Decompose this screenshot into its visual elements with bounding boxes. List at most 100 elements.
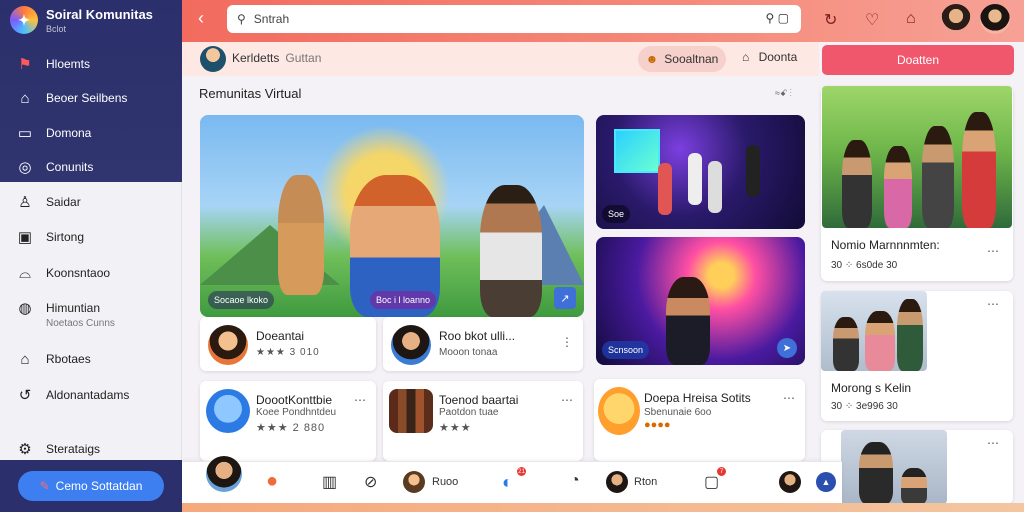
more-vertical-icon[interactable]: ⋮: [561, 335, 573, 349]
sidebar-item-himuntian[interactable]: ◍ Himuntian: [14, 298, 100, 318]
search-icon: ⚲: [237, 12, 246, 26]
gift-icon[interactable]: ▢: [704, 472, 719, 492]
mini-avatar[interactable]: [403, 471, 425, 493]
notification-badge: 7: [717, 467, 726, 476]
shield-icon[interactable]: ▲: [816, 472, 836, 492]
more-horizontal-icon[interactable]: ⋯: [987, 244, 999, 258]
sidebar-item-rbotaes[interactable]: ⌂ Rbotaes: [14, 349, 90, 369]
notification-bell-icon[interactable]: ⌂: [906, 10, 916, 28]
mini-avatar[interactable]: [779, 471, 801, 493]
community-card[interactable]: Doepa Hreisa Sotits Sbenunaie 6oo ●●●● ⋯: [594, 379, 805, 461]
mini-avatar[interactable]: [606, 471, 628, 493]
brand[interactable]: ✦ Soiral Komunitas Bclot: [10, 6, 153, 34]
bottom-gradient: [182, 503, 1024, 512]
character-person: [480, 185, 542, 317]
social-pill-button[interactable]: ☻ Sooaltnan: [638, 46, 726, 72]
fire-icon[interactable]: ●: [266, 470, 278, 493]
party-person: [666, 277, 710, 365]
chat-icon: ⌓: [19, 264, 31, 282]
sidebar-item-himuntian-sub: Noetaos Cunns: [46, 318, 115, 329]
grid-icon: ▭: [17, 125, 33, 142]
home-icon: ⌂: [20, 89, 30, 107]
top-header: ‹ ⚲ Sntrah ⚲ ▢ ↻ ♡ ⌂: [182, 0, 1024, 42]
hero-caption: Socaoe lkoko: [208, 291, 275, 309]
sidebar-item-conunits[interactable]: ◎ Conunits: [14, 157, 93, 177]
rocket-icon: ✎: [39, 479, 50, 493]
more-horizontal-icon[interactable]: ⋯: [783, 391, 795, 405]
people-photo: [841, 430, 947, 504]
bottom-toolbar: ● ▥ ⊘ Ruoo ◐ 21 ◔ Rton ▢ 7 ▲: [182, 456, 842, 503]
profile-sub: Guttan: [285, 51, 322, 65]
search-input[interactable]: ⚲ Sntrah ⚲ ▢: [227, 5, 801, 33]
refresh-icon[interactable]: ↻: [824, 10, 837, 30]
community-card[interactable]: DoootKonttbie Koee Pondhntdeu ★★★ 2 880 …: [200, 381, 376, 461]
sidebar-item-domona[interactable]: ▭ Domona: [14, 123, 91, 143]
hero-tag: Boc i l loanno: [370, 291, 437, 309]
flag-icon: ⚑: [18, 56, 32, 73]
compass-icon: ◎: [18, 159, 32, 176]
profile-avatar[interactable]: [200, 46, 226, 72]
sidebar-item-sirtong[interactable]: ▣ Sirtong: [14, 227, 84, 247]
feature-card[interactable]: ⋯ Morong s Kelin 30 ⁘ 3e996 30: [821, 291, 1013, 421]
bottom-label-1: Ruoo: [432, 476, 459, 488]
cta-button[interactable]: Doatten: [822, 45, 1014, 75]
avatar: [389, 389, 433, 433]
compass-icon[interactable]: ⊘: [364, 472, 377, 492]
share-icon[interactable]: ↗: [554, 287, 576, 309]
community-card[interactable]: Doeantai ★★★ 3 010: [200, 317, 376, 371]
house-icon: ⌂: [742, 50, 750, 64]
avatar: [208, 325, 248, 365]
notification-badge: 21: [517, 467, 526, 476]
bottom-label-2: Rton: [634, 476, 658, 488]
back-chevron-icon[interactable]: ‹: [198, 8, 204, 29]
user-icon: ♙: [18, 194, 32, 211]
party-caption: Scnsoon: [602, 341, 650, 359]
avatar: [206, 389, 250, 433]
user-avatar-2[interactable]: [980, 4, 1010, 34]
community-card[interactable]: Toenod baartai Paotdon tuae ★★★ ⋯: [383, 381, 583, 461]
pencil-icon[interactable]: ◔: [570, 472, 580, 490]
community-card[interactable]: Roo bkot ulli... Mooon tonaa ⋮: [383, 317, 583, 371]
more-horizontal-icon[interactable]: ⋯: [354, 393, 366, 407]
character-bear: [278, 175, 324, 295]
avatar: [391, 325, 431, 365]
dance-image[interactable]: Soe: [596, 115, 805, 229]
app-title: Soiral Komunitas: [46, 6, 153, 22]
party-image[interactable]: Scnsoon ➤: [596, 237, 805, 365]
section-title: Remunitas Virtual: [199, 86, 302, 101]
create-button[interactable]: ✎ Cemo Sottatdan: [18, 471, 164, 501]
book-icon: ▣: [17, 229, 33, 246]
section-controls-icon[interactable]: ≈ꗃ ⁝: [775, 88, 792, 99]
profile-name: Kerldetts: [232, 51, 280, 65]
sidebar-item-beoer-seilbens[interactable]: ⌂ Beoer Seilbens: [14, 88, 127, 108]
feature-card[interactable]: ⋯: [821, 430, 1013, 504]
hero-image[interactable]: Socaoe lkoko Boc i l loanno ↗: [200, 115, 584, 317]
bottom-avatar[interactable]: [206, 456, 242, 492]
profile-subbar: Kerldetts Guttan ☻ Sooaltnan ⌂ Doonta: [182, 42, 819, 76]
sidebar-item-aldonantadams[interactable]: ↺ Aldonantadams: [14, 385, 130, 405]
app-subtitle: Bclot: [46, 23, 67, 34]
feature-card[interactable]: Nomio Marnnnmten: 30 ⁘ 6s0de 30 ⋯: [821, 86, 1013, 281]
heart-icon[interactable]: ♡: [865, 10, 879, 30]
sidebar-item-saidar[interactable]: ♙ Saidar: [14, 192, 80, 212]
sidebar-item-koonsntaoo[interactable]: ⌓ Koonsntaoo: [14, 263, 110, 283]
sidebar: ✦ Soiral Komunitas Bclot ⚑ Hloemts ⌂ Beo…: [0, 0, 182, 512]
dance-caption: Soe: [602, 205, 631, 223]
share-icon[interactable]: ➤: [777, 338, 797, 358]
face-icon: ☻: [645, 52, 659, 66]
more-horizontal-icon[interactable]: ⋯: [987, 436, 999, 450]
folder-icon: ⌂: [20, 350, 30, 368]
more-horizontal-icon[interactable]: ⋯: [987, 297, 999, 311]
chat-bubble-icon[interactable]: ◐: [502, 472, 513, 493]
group-photo: [822, 86, 1012, 228]
app-logo-icon: ✦: [10, 6, 38, 34]
pin-icon: ◍: [18, 300, 32, 317]
user-avatar-1[interactable]: [941, 4, 971, 34]
sidebar-item-hloemts[interactable]: ⚑ Hloemts: [14, 54, 90, 74]
more-horizontal-icon[interactable]: ⋯: [561, 393, 573, 407]
avatar: [598, 387, 640, 435]
home-link[interactable]: ⌂ Doonta: [742, 50, 797, 64]
sidebar-item-sterataigs[interactable]: ⚙ Sterataigs: [14, 439, 100, 459]
chart-icon[interactable]: ▥: [322, 472, 337, 492]
search-filter-icon[interactable]: ⚲ ▢: [766, 11, 789, 25]
